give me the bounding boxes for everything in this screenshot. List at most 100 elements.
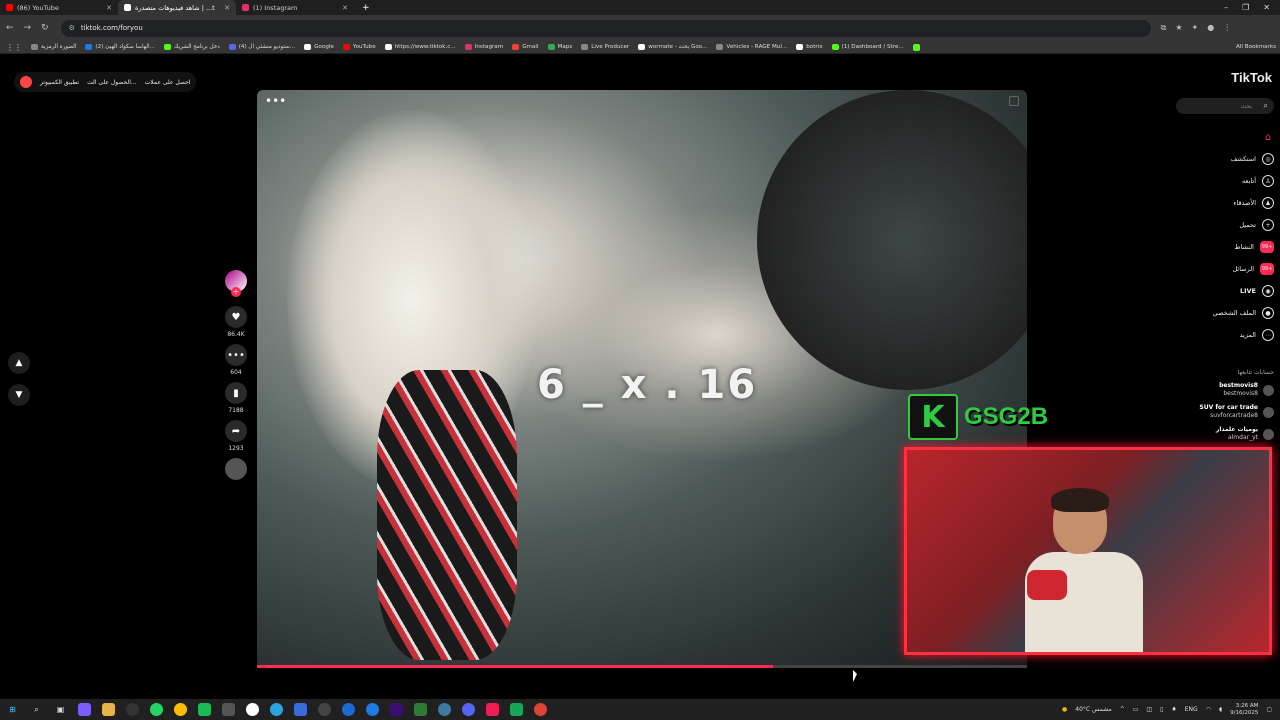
extensions-icon[interactable]: ✦ [1192,23,1199,33]
share-icon[interactable]: ➦ [225,420,247,442]
app-icon[interactable] [318,703,331,716]
bookmark-item[interactable]: Live Producer [581,44,629,50]
task-view-icon[interactable]: ▣ [54,703,67,716]
url-bar[interactable]: ⚙ tiktok.com/foryou [60,19,1151,37]
bookmark-item[interactable]: YouTube [342,44,376,50]
notification-icon[interactable]: ▢ [1266,706,1272,713]
profile-icon[interactable]: ● [1207,23,1214,33]
kick-bookmark-icon[interactable] [912,43,920,51]
bookmark-item[interactable]: wormate - بحث Goo... [638,44,707,50]
site-info-icon[interactable]: ⚙ [69,24,75,32]
sidebar-item-more[interactable]: المزيد ⋯ [1170,324,1274,346]
discord-icon[interactable] [462,703,475,716]
bookmark-item[interactable]: Google [304,44,334,50]
sidebar-item-friends[interactable]: الأصدقاء ♟ [1170,192,1274,214]
chrome-icon[interactable] [174,703,187,716]
new-tab-button[interactable]: + [354,3,378,13]
bookmark-item[interactable]: https://www.tiktok.c... [384,44,456,50]
folder-icon[interactable] [102,703,115,716]
bookmark-item[interactable]: Vehicles - RAGE Mul... [716,44,787,50]
whatsapp-icon[interactable] [150,703,163,716]
bookmark-item[interactable]: botrix [796,44,823,50]
get-coins-button[interactable]: احصل على عملات [145,79,191,86]
tab-instagram[interactable]: (1) Instagram ✕ [236,0,354,15]
calculator-icon[interactable] [222,703,235,716]
next-video-icon[interactable]: ▼ [8,384,30,406]
sidebar-item-live[interactable]: LIVE ◉ [1170,280,1274,302]
comment-icon[interactable]: ••• [225,344,247,366]
obs-icon[interactable] [126,703,139,716]
sidebar-item-activity[interactable]: النشاط 99+ [1170,236,1274,258]
app-icon[interactable] [294,703,307,716]
tiktok-app-icon[interactable] [486,703,499,716]
clock[interactable]: 3:26 AM 9/16/2025 [1230,703,1258,717]
sidebar-item-messages[interactable]: الرسائل 99+ [1170,258,1274,280]
search-icon[interactable]: ⌕ [1264,101,1268,111]
chrome-active-icon[interactable] [534,703,547,716]
bookmark-item[interactable]: دخل برنامج الشريك [163,44,220,50]
tiktok-logo[interactable]: TikTok [1231,70,1272,85]
music-disc-icon[interactable] [225,458,247,480]
sidebar-item-profile[interactable]: الملف الشخصي ● [1170,302,1274,324]
following-account[interactable]: يوميات علمدار almdar_yt [1170,426,1274,442]
steam-icon[interactable] [342,703,355,716]
tray-chevron-icon[interactable]: ^ [1120,706,1125,713]
forward-icon[interactable]: → [24,23,32,33]
install-icon[interactable]: ⧉ [1161,23,1167,33]
close-icon[interactable]: ✕ [224,4,230,12]
tray-app-icon[interactable]: ▯ [1160,706,1163,713]
app-icon[interactable] [246,703,259,716]
premiere-icon[interactable] [390,703,403,716]
tab-tiktok[interactable]: شاهد فيديوهات متصدرة | ...tik ✕ [118,0,236,15]
bookmark-star-icon[interactable]: ★ [1175,23,1182,33]
volume-icon[interactable] [1009,96,1019,106]
tray-app-icon[interactable]: ▭ [1133,706,1139,713]
search-icon[interactable]: ⌕ [30,703,43,716]
like-icon[interactable]: ♥ [225,306,247,328]
creator-avatar[interactable]: + [225,270,247,297]
close-icon[interactable]: ✕ [342,4,348,12]
app-icon[interactable] [438,703,451,716]
all-bookmarks-button[interactable]: All Bookmarks [1236,44,1280,50]
tray-app-icon[interactable]: ◫ [1146,706,1152,713]
wifi-icon[interactable]: ◠ [1206,706,1211,713]
copilot-icon[interactable] [78,703,91,716]
sidebar-item-upload[interactable]: تحميل + [1170,214,1274,236]
desktop-app-button[interactable]: تطبيق الكمبيوتر [40,79,79,86]
green-app-icon[interactable] [198,703,211,716]
prev-video-icon[interactable]: ▲ [8,352,30,374]
bookmark-item[interactable]: (4) ستوديو منشئي ال... [228,44,295,50]
follow-plus-icon[interactable]: + [231,287,241,297]
following-account[interactable]: bestmovis8 bestmovis8 [1170,382,1274,398]
sidebar-item-home[interactable]: ⌂ [1170,126,1274,148]
volume-icon[interactable]: ◖ [1219,706,1222,713]
video-progress-bar[interactable] [257,665,1027,668]
following-account[interactable]: SUV for car trade suvforcartrade8 [1170,404,1274,420]
sidebar-item-following[interactable]: أتابعه ♙ [1170,170,1274,192]
app-icon[interactable] [366,703,379,716]
menu-icon[interactable]: ⋮ [1223,23,1231,33]
sidebar-item-compass[interactable]: استكشف ◎ [1170,148,1274,170]
bookmark-item[interactable]: الصورة الرمزية [31,44,76,50]
close-icon[interactable]: ✕ [106,4,112,12]
telegram-icon[interactable] [270,703,283,716]
weather-text[interactable]: 40°C مشمس [1075,706,1111,713]
app-icon[interactable] [510,703,523,716]
back-icon[interactable]: ← [6,23,14,33]
mic-icon[interactable]: ♦ [1171,706,1176,713]
tab-youtube[interactable]: (86) YouTube ✕ [0,0,118,15]
start-icon[interactable]: ⊞ [6,703,19,716]
search-input[interactable]: بحث ⌕ [1176,98,1274,114]
close-window-icon[interactable]: ✕ [1263,3,1270,12]
save-icon[interactable]: ▮ [225,382,247,404]
reload-icon[interactable]: ↻ [41,23,49,33]
restore-icon[interactable]: ❐ [1242,3,1249,12]
bookmark-item[interactable]: Maps [547,44,572,50]
bookmark-item[interactable]: Gmail [512,44,539,50]
get-app-button[interactable]: الحصول على الت... [87,79,137,86]
apps-icon[interactable]: ⋮⋮ [6,43,22,52]
app-icon[interactable] [414,703,427,716]
bookmark-item[interactable]: Instagram [464,44,503,50]
bookmark-item[interactable]: (2) الهاسا سكواد الهيئ... [85,44,155,50]
language[interactable]: ENG [1185,706,1198,713]
